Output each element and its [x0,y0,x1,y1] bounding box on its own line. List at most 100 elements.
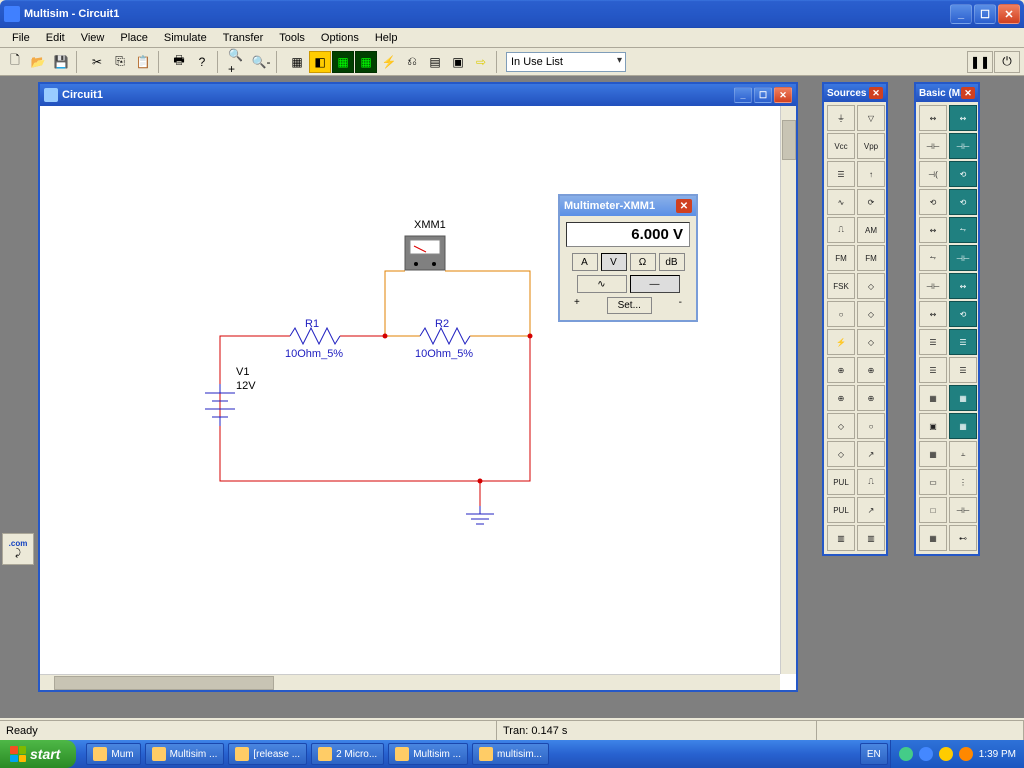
basic-component-button[interactable]: ↭ [949,105,977,131]
sources-palette-titlebar[interactable]: Sources ... ✕ [824,84,886,102]
sources-component-button[interactable]: ○ [857,413,885,439]
basic-component-button[interactable]: ⟲ [919,189,947,215]
maximize-button[interactable]: ☐ [974,4,996,24]
sources-component-button[interactable]: ∿ [827,189,855,215]
sources-component-button[interactable]: ⊕ [827,385,855,411]
sources-component-button[interactable]: ○ [827,301,855,327]
tool-probe-button[interactable]: ⚡ [378,51,400,73]
system-tray[interactable]: 1:39 PM [890,740,1024,768]
sources-component-button[interactable]: ⟳ [857,189,885,215]
sources-component-button[interactable]: ☰ [827,161,855,187]
basic-component-button[interactable]: ↭ [919,301,947,327]
sources-component-button[interactable]: ↗ [857,441,885,467]
sources-component-button[interactable]: ⚡ [827,329,855,355]
start-button[interactable]: start [0,740,76,768]
circuit-maximize-button[interactable]: ☐ [754,87,772,103]
sources-component-button[interactable]: ⏚ [827,105,855,131]
tool-post-button[interactable]: ⎌ [401,51,423,73]
circuit-canvas[interactable]: XMM1 R1 10Ohm_5% R2 10Ohm_5% V1 12V [40,106,780,674]
basic-palette-titlebar[interactable]: Basic (M... ✕ [916,84,978,102]
minimize-button[interactable]: _ [950,4,972,24]
run-switch-button[interactable]: ⏻ [994,51,1020,73]
multimeter-amp-button[interactable]: A [572,253,598,271]
basic-component-button[interactable]: ⊣( [919,161,947,187]
tool-db-button[interactable]: ▦ [286,51,308,73]
copy-button[interactable]: ⎘ [109,51,131,73]
menu-transfer[interactable]: Transfer [215,30,272,46]
basic-component-button[interactable]: ▦ [919,441,947,467]
tool-list-button[interactable]: ▤ [424,51,446,73]
basic-component-button[interactable]: ☰ [919,357,947,383]
basic-component-button[interactable]: ⊣⊢ [949,133,977,159]
basic-component-button[interactable]: ⊣⊢ [949,245,977,271]
basic-component-button[interactable]: ☰ [949,357,977,383]
multimeter-dc-button[interactable]: — [630,275,680,293]
inuse-dropdown[interactable]: In Use List [506,52,626,72]
basic-component-button[interactable]: ▦ [949,413,977,439]
pause-button[interactable]: ❚❚ [967,51,993,73]
print-button[interactable]: 🖶 [168,51,190,73]
sources-component-button[interactable]: ▥ [857,525,885,551]
basic-component-button[interactable]: ⊷ [949,525,977,551]
sources-component-button[interactable]: ↗ [857,497,885,523]
save-button[interactable]: 💾 [50,51,72,73]
taskbar-item[interactable]: multisim... [472,743,549,765]
sources-component-button[interactable]: PUL [827,497,855,523]
multimeter-db-button[interactable]: dB [659,253,685,271]
sources-component-button[interactable]: ◇ [857,273,885,299]
help-button[interactable]: ? [191,51,213,73]
taskbar-item[interactable]: Multisim ... [388,743,468,765]
menu-simulate[interactable]: Simulate [156,30,215,46]
multimeter-close-button[interactable]: ✕ [676,199,692,213]
sources-component-button[interactable]: PUL [827,469,855,495]
basic-component-button[interactable]: ☰ [919,329,947,355]
sources-component-button[interactable]: ⊕ [827,357,855,383]
circuit-titlebar[interactable]: Circuit1 _ ☐ ✕ [40,84,796,106]
basic-component-button[interactable]: ⥊ [919,245,947,271]
open-button[interactable]: 📂 [27,51,49,73]
basic-component-button[interactable]: ▣ [919,413,947,439]
sources-component-button[interactable]: ⎍ [857,469,885,495]
circuit-minimize-button[interactable]: _ [734,87,752,103]
tool-export-button[interactable]: ⇨ [470,51,492,73]
multimeter-volt-button[interactable]: V [601,253,627,271]
basic-component-button[interactable]: ▦ [919,385,947,411]
tray-icon[interactable] [919,747,933,761]
basic-component-button[interactable]: ⊣⊢ [919,133,947,159]
basic-palette-close-button[interactable]: ✕ [961,87,975,99]
taskbar-item[interactable]: Mum [86,743,140,765]
tool-sim1-button[interactable]: ◧ [309,51,331,73]
basic-component-button[interactable]: ▭ [919,469,947,495]
zoom-out-button[interactable]: 🔍- [250,51,272,73]
sources-component-button[interactable]: ⎍ [827,217,855,243]
tool-clip-button[interactable]: ▣ [447,51,469,73]
menu-edit[interactable]: Edit [38,30,73,46]
basic-component-button[interactable]: ⟲ [949,161,977,187]
menu-place[interactable]: Place [112,30,156,46]
taskbar-item[interactable]: [release ... [228,743,307,765]
circuit-scroll-horizontal[interactable] [40,674,780,690]
tool-sim2-button[interactable]: ▦ [332,51,354,73]
tray-icon[interactable] [899,747,913,761]
taskbar-item[interactable]: 2 Micro... [311,743,384,765]
taskbar-item[interactable]: Multisim ... [145,743,225,765]
menu-help[interactable]: Help [367,30,406,46]
close-button[interactable]: ✕ [998,4,1020,24]
paste-button[interactable]: 📋 [132,51,154,73]
sources-component-button[interactable]: ◇ [827,413,855,439]
circuit-close-button[interactable]: ✕ [774,87,792,103]
zoom-in-button[interactable]: 🔍+ [227,51,249,73]
tray-icon[interactable] [959,747,973,761]
basic-component-button[interactable]: ↭ [949,273,977,299]
sources-component-button[interactable]: ⊕ [857,385,885,411]
sources-component-button[interactable]: ◇ [827,441,855,467]
tray-icon[interactable] [939,747,953,761]
sources-component-button[interactable]: FSK [827,273,855,299]
basic-component-button[interactable]: ⫠ [949,441,977,467]
circuit-scroll-vertical[interactable] [780,106,796,674]
sources-palette-close-button[interactable]: ✕ [869,87,883,99]
basic-component-button[interactable]: ▦ [949,385,977,411]
sources-component-button[interactable]: ⊕ [857,357,885,383]
sources-component-button[interactable]: ◇ [857,301,885,327]
sources-component-button[interactable]: ▽ [857,105,885,131]
